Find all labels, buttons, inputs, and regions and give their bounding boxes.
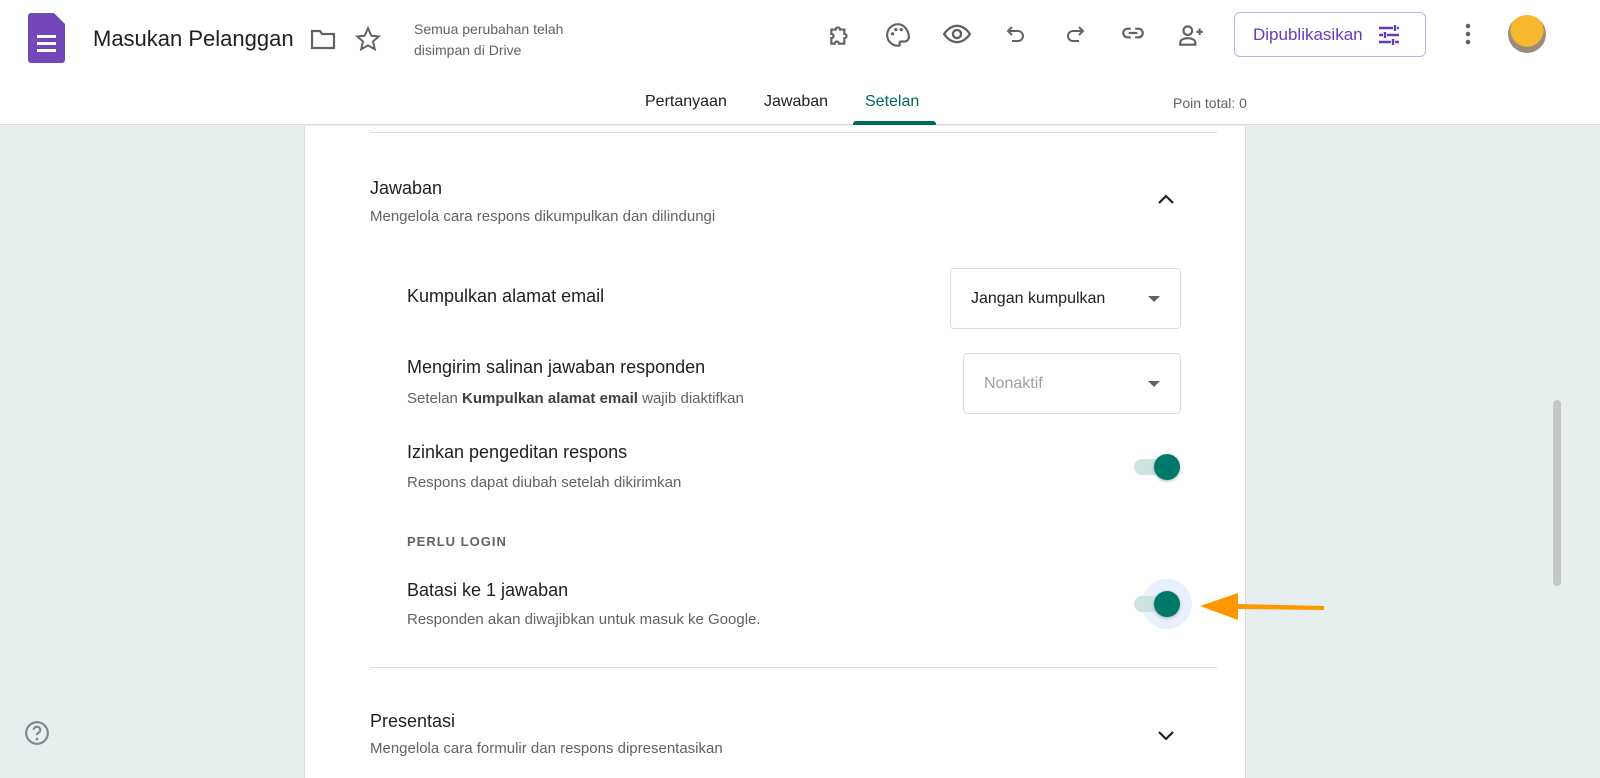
dropdown-arrow-icon bbox=[1148, 380, 1160, 387]
collect-email-select[interactable]: Jangan kumpulkan bbox=[950, 268, 1181, 329]
send-copy-select: Nonaktif bbox=[963, 353, 1181, 414]
divider bbox=[370, 132, 1217, 133]
forms-logo-icon[interactable] bbox=[28, 13, 65, 63]
active-tab-indicator bbox=[853, 121, 936, 125]
palette-icon[interactable] bbox=[884, 21, 912, 49]
responses-section-title: Jawaban bbox=[370, 178, 443, 198]
chevron-up-icon[interactable] bbox=[1157, 192, 1175, 210]
responses-section-subtitle: Mengelola cara respons dikumpulkan dan d… bbox=[370, 208, 716, 225]
form-title[interactable]: Masukan Pelanggan bbox=[93, 26, 294, 52]
app-header: Masukan Pelanggan Semua perubahan telah … bbox=[0, 0, 1600, 125]
tab-questions[interactable]: Pertanyaan bbox=[645, 93, 727, 111]
more-icon[interactable] bbox=[1454, 20, 1482, 48]
annotation-arrow-icon bbox=[1200, 593, 1324, 620]
publish-button[interactable]: Dipublikasikan bbox=[1234, 12, 1426, 57]
total-points: Poin total: 0 bbox=[1173, 95, 1247, 111]
divider bbox=[370, 667, 1217, 668]
publish-settings-icon bbox=[1378, 24, 1399, 45]
allow-edit-toggle[interactable] bbox=[1134, 454, 1180, 480]
tab-settings[interactable]: Setelan bbox=[865, 93, 919, 111]
presentation-section-title: Presentasi bbox=[370, 711, 456, 731]
collect-email-label: Kumpulkan alamat email bbox=[407, 286, 605, 306]
scrollbar[interactable] bbox=[1553, 400, 1561, 586]
undo-icon[interactable] bbox=[1002, 21, 1030, 49]
save-status: Semua perubahan telah disimpan di Drive bbox=[414, 21, 564, 58]
chevron-down-icon[interactable] bbox=[1157, 729, 1175, 747]
star-icon[interactable] bbox=[354, 25, 382, 53]
preview-icon[interactable] bbox=[943, 20, 971, 48]
limit-one-label: Batasi ke 1 jawaban bbox=[407, 580, 569, 600]
add-collaborator-icon[interactable] bbox=[1177, 21, 1205, 49]
folder-icon[interactable] bbox=[309, 25, 337, 53]
limit-one-toggle[interactable] bbox=[1134, 591, 1180, 617]
allow-edit-label: Izinkan pengeditan respons bbox=[407, 442, 628, 462]
publish-label: Dipublikasikan bbox=[1253, 24, 1363, 44]
send-copy-hint: Setelan Kumpulkan alamat email wajib dia… bbox=[407, 390, 744, 407]
link-icon[interactable] bbox=[1119, 19, 1147, 47]
dropdown-arrow-icon bbox=[1148, 295, 1160, 302]
send-copy-value: Nonaktif bbox=[984, 374, 1043, 392]
settings-card: Jawaban Mengelola cara respons dikumpulk… bbox=[304, 126, 1246, 778]
allow-edit-hint: Respons dapat diubah setelah dikirimkan bbox=[407, 474, 682, 491]
tab-responses[interactable]: Jawaban bbox=[764, 93, 828, 111]
help-icon[interactable] bbox=[24, 720, 50, 751]
collect-email-value: Jangan kumpulkan bbox=[971, 289, 1106, 307]
limit-one-hint: Responden akan diwajibkan untuk masuk ke… bbox=[407, 611, 761, 628]
redo-icon[interactable] bbox=[1061, 21, 1089, 49]
login-section-heading: PERLU LOGIN bbox=[407, 534, 507, 549]
avatar[interactable] bbox=[1508, 15, 1546, 53]
addon-icon[interactable] bbox=[826, 21, 854, 49]
presentation-section-subtitle: Mengelola cara formulir dan respons dipr… bbox=[370, 740, 723, 757]
send-copy-label: Mengirim salinan jawaban responden bbox=[407, 357, 706, 377]
